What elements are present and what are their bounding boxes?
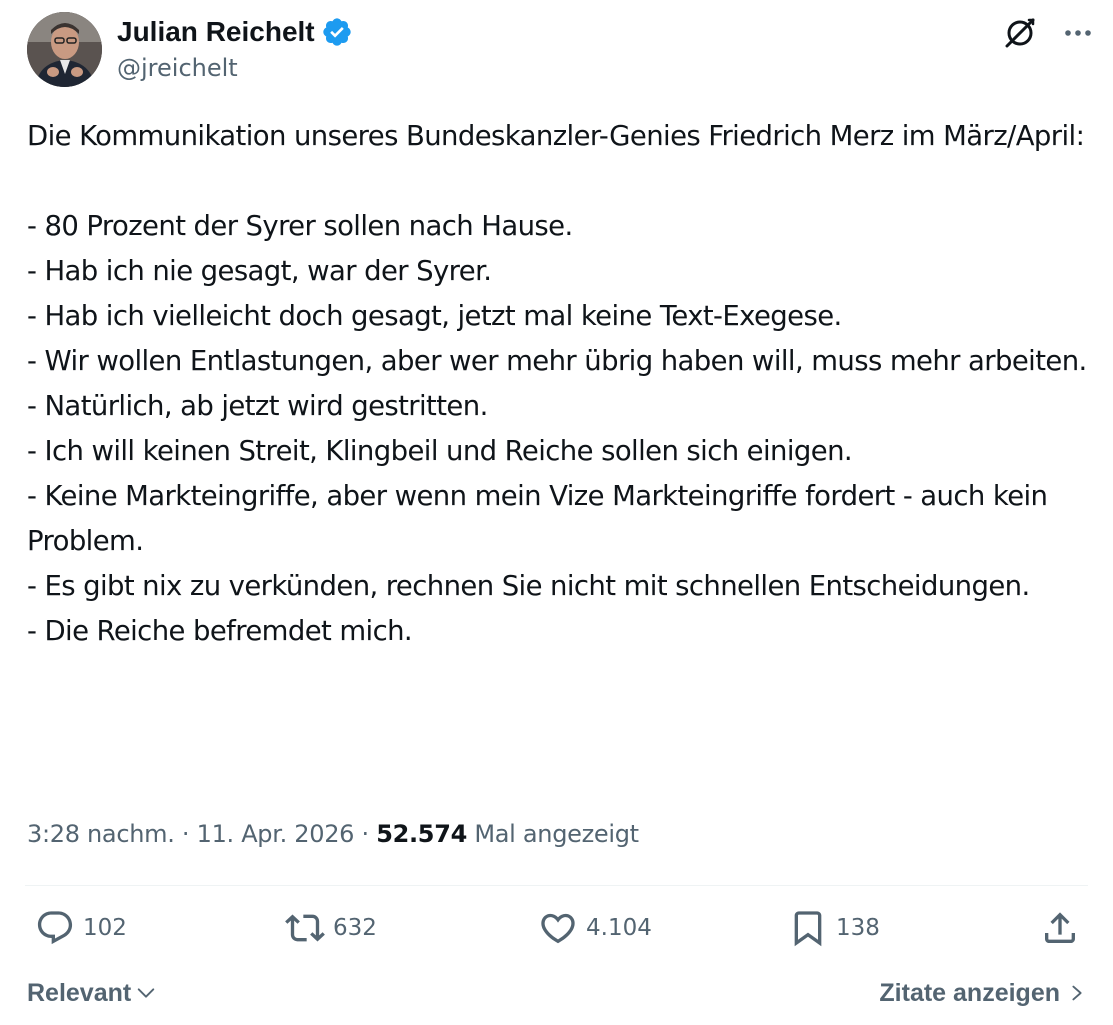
view-quotes-link[interactable]: Zitate anzeigen (879, 979, 1086, 1008)
more-dots-icon[interactable] (1063, 18, 1093, 52)
avatar-photo (27, 12, 102, 87)
author-handle[interactable]: @jreichelt (117, 54, 353, 82)
quotes-label: Zitate anzeigen (879, 978, 1060, 1007)
meta-separator: · (181, 820, 190, 848)
divider (25, 885, 1088, 886)
tweet-header-actions (1003, 16, 1093, 54)
sort-replies-dropdown[interactable]: Relevant (27, 979, 157, 1008)
reply-button[interactable]: 102 (35, 908, 127, 948)
author-block: Julian Reichelt @jreichelt (117, 14, 353, 82)
author-name[interactable]: Julian Reichelt (117, 16, 315, 48)
retweet-button[interactable]: 632 (285, 908, 377, 948)
share-button[interactable] (1040, 908, 1080, 948)
like-count: 4.104 (586, 915, 652, 941)
bookmark-count: 138 (836, 915, 880, 941)
tweet-meta: 3:28 nachm. · 11. Apr. 2026 · 52.574 Mal… (27, 820, 639, 848)
retweet-icon (285, 914, 325, 942)
sort-label: Relevant (27, 978, 132, 1007)
tweet-text: Die Kommunikation unseres Bundeskanzler-… (27, 120, 1087, 647)
share-icon (1045, 912, 1075, 943)
tweet-time: 3:28 nachm. (27, 820, 175, 848)
bookmark-button[interactable]: 138 (788, 908, 880, 948)
replies-footer: Relevant Zitate anzeigen (27, 975, 1086, 1011)
views-label: Mal angezeigt (474, 820, 639, 848)
meta-separator-2: · (361, 820, 370, 848)
reply-count: 102 (83, 915, 127, 941)
bookmark-icon (794, 911, 822, 947)
heart-icon (541, 913, 575, 944)
views-count: 52.574 (376, 820, 468, 848)
retweet-count: 632 (333, 915, 377, 941)
tweet-date: 11. Apr. 2026 (196, 820, 355, 848)
chevron-down-icon (137, 988, 155, 998)
verified-badge-icon[interactable] (321, 16, 353, 48)
reply-icon (37, 911, 73, 945)
avatar[interactable] (27, 12, 102, 87)
grok-icon[interactable] (1003, 16, 1037, 54)
action-bar: 102 632 4.104 138 (0, 908, 1113, 958)
chevron-right-icon (1072, 985, 1082, 1001)
tweet-timestamp[interactable]: 3:28 nachm. · 11. Apr. 2026 (27, 820, 354, 848)
like-button[interactable]: 4.104 (538, 908, 652, 948)
